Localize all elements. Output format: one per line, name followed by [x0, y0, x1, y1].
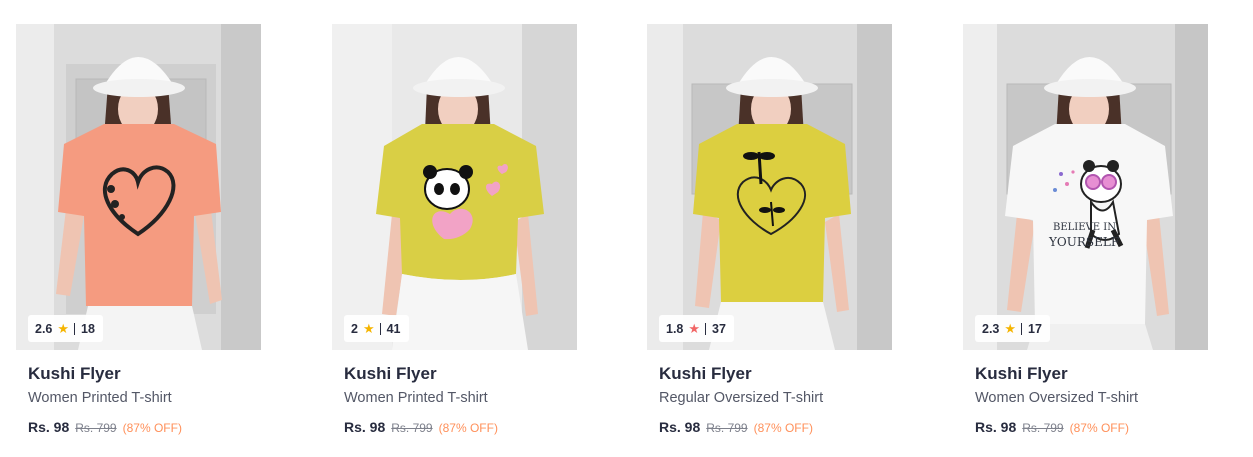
- price-row: Rs. 98 Rs. 799 (87% OFF): [975, 419, 1129, 435]
- price-row: Rs. 98 Rs. 799 (87% OFF): [659, 419, 813, 435]
- graphic-text-2: YOURSELF: [1048, 235, 1119, 249]
- star-icon: ★: [57, 321, 70, 336]
- product-brand[interactable]: Kushi Flyer: [28, 364, 121, 384]
- star-icon: ★: [362, 321, 375, 336]
- divider: [379, 322, 381, 335]
- rating-value: 2.6: [35, 321, 53, 336]
- product-title[interactable]: Women Printed T-shirt: [344, 390, 488, 406]
- product-image[interactable]: 2 ★ 41: [332, 24, 577, 350]
- price-row: Rs. 98 Rs. 799 (87% OFF): [28, 419, 182, 435]
- discount-label: (87% OFF): [1069, 421, 1129, 435]
- discount-label: (87% OFF): [438, 421, 498, 435]
- selling-price: Rs. 98: [975, 419, 1017, 435]
- rating-badge: 2.3 ★ 17: [975, 315, 1050, 342]
- product-card[interactable]: BELIEVE IN YOURSELF 2.3 ★ 17 Kushi Flyer…: [963, 24, 1208, 444]
- rating-value: 2: [351, 321, 358, 336]
- rating-count: 37: [712, 321, 726, 336]
- rating-badge: 1.8 ★ 37: [659, 315, 734, 342]
- product-card[interactable]: 1.8 ★ 37 Kushi Flyer Regular Oversized T…: [647, 24, 892, 444]
- product-grid: 2.6 ★ 18 Kushi Flyer Women Printed T-shi…: [0, 0, 1253, 457]
- divider: [1021, 322, 1023, 335]
- original-price: Rs. 799: [391, 421, 433, 435]
- graphic-text-1: BELIEVE IN: [1053, 222, 1116, 233]
- product-image[interactable]: 2.6 ★ 18: [16, 24, 261, 350]
- product-card[interactable]: 2 ★ 41 Kushi Flyer Women Printed T-shirt…: [332, 24, 577, 444]
- selling-price: Rs. 98: [344, 419, 386, 435]
- product-title[interactable]: Women Printed T-shirt: [28, 390, 172, 406]
- product-brand[interactable]: Kushi Flyer: [975, 364, 1068, 384]
- selling-price: Rs. 98: [28, 419, 70, 435]
- discount-label: (87% OFF): [753, 421, 813, 435]
- star-icon: ★: [1004, 321, 1017, 336]
- discount-label: (87% OFF): [122, 421, 182, 435]
- product-brand[interactable]: Kushi Flyer: [659, 364, 752, 384]
- product-image[interactable]: 1.8 ★ 37: [647, 24, 892, 350]
- product-title[interactable]: Women Oversized T-shirt: [975, 390, 1138, 406]
- rating-count: 18: [81, 321, 95, 336]
- product-card[interactable]: 2.6 ★ 18 Kushi Flyer Women Printed T-shi…: [16, 24, 261, 444]
- price-row: Rs. 98 Rs. 799 (87% OFF): [344, 419, 498, 435]
- divider: [705, 322, 707, 335]
- divider: [74, 322, 76, 335]
- product-brand[interactable]: Kushi Flyer: [344, 364, 437, 384]
- original-price: Rs. 799: [1022, 421, 1064, 435]
- product-image[interactable]: BELIEVE IN YOURSELF 2.3 ★ 17: [963, 24, 1208, 350]
- rating-badge: 2.6 ★ 18: [28, 315, 103, 342]
- product-title[interactable]: Regular Oversized T-shirt: [659, 390, 823, 406]
- original-price: Rs. 799: [706, 421, 748, 435]
- original-price: Rs. 799: [75, 421, 117, 435]
- rating-value: 2.3: [982, 321, 1000, 336]
- rating-badge: 2 ★ 41: [344, 315, 409, 342]
- star-icon: ★: [688, 321, 701, 336]
- selling-price: Rs. 98: [659, 419, 701, 435]
- rating-value: 1.8: [666, 321, 684, 336]
- rating-count: 41: [386, 321, 401, 336]
- rating-count: 17: [1028, 321, 1042, 336]
